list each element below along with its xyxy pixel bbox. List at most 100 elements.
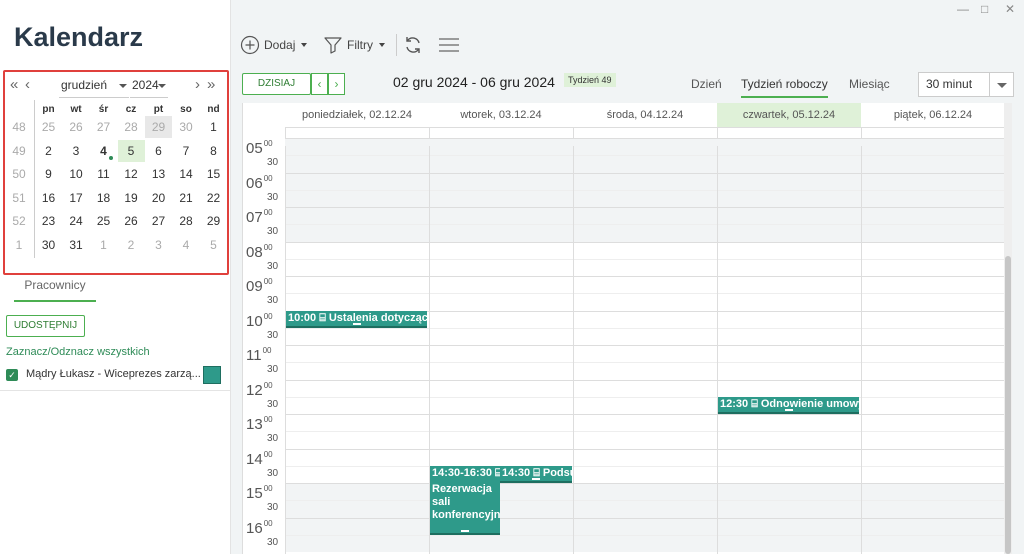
calendar-day[interactable]: 26 [118,210,145,232]
add-button[interactable]: Dodaj [240,34,308,56]
month-select[interactable]: grudzień [59,78,129,98]
close-icon[interactable]: ✕ [1005,2,1015,16]
toggle-all-link[interactable]: Zaznacz/Odznacz wszystkich [6,346,150,358]
resize-handle-icon[interactable] [784,408,793,411]
calendar-day[interactable]: 28 [173,210,200,232]
interval-select[interactable]: 30 minut [918,72,1014,97]
scroll-thumb[interactable] [1005,256,1011,554]
day-column[interactable] [717,146,861,554]
day-header[interactable]: czwartek, 05.12.24 [717,103,861,128]
tab-month[interactable]: Miesiąc [849,77,890,91]
calendar-day[interactable]: 25 [35,116,62,138]
calendar-day[interactable]: 30 [173,116,200,138]
resize-handle-icon[interactable] [461,529,469,532]
year-select[interactable]: 2024 [130,78,168,98]
calendar-day[interactable]: 18 [90,187,117,209]
calendar-day[interactable]: 3 [63,140,90,162]
prev-month-icon[interactable]: ‹ [25,76,30,93]
event[interactable]: 12:30 ⌸ Odnowienie umowy [718,396,859,414]
calendar-day[interactable]: 5 [117,139,145,162]
tab-day[interactable]: Dzień [691,77,722,91]
calendar-day[interactable]: 26 [63,116,90,138]
hour-label-hour: 10 [246,312,263,330]
calendar-day-label: 25 [96,214,111,228]
vertical-scrollbar[interactable] [1004,103,1012,554]
calendar-day[interactable]: 24 [63,210,90,232]
day-column[interactable] [285,146,429,554]
calendar-day[interactable]: 27 [90,116,117,138]
calendar-day[interactable]: 15 [200,163,227,185]
hour-label: 1100 [246,346,271,364]
prev-year-icon[interactable]: « [10,76,18,93]
calendar-day[interactable]: 21 [173,187,200,209]
next-year-icon[interactable]: » [207,76,215,93]
plus-circle-icon [240,35,260,55]
calendar-day-label: 26 [124,214,138,228]
maximize-icon[interactable]: □ [981,2,988,16]
today-button[interactable]: DZISIAJ [242,73,311,95]
resize-handle-icon[interactable] [352,322,361,325]
calendar-day[interactable]: 30 [35,234,62,256]
calendar-day[interactable]: 1 [90,234,117,256]
calendar-day[interactable]: 22 [200,187,227,209]
filters-button[interactable]: Filtry [323,34,385,56]
calendar-day-label: 7 [182,143,190,158]
calendar-day[interactable]: 13 [145,163,172,185]
event[interactable]: 14:30 ⌸ Podsumowanie [500,465,572,483]
tab-work-week[interactable]: Tydzień roboczy [741,77,828,98]
event[interactable]: 14:30-16:30 ⌸ Rezerwacja sali konferency… [430,465,500,535]
calendar-day[interactable]: 1 [200,116,227,138]
calendar-day[interactable]: 3 [145,234,172,256]
calendar-day-label: 22 [206,190,221,205]
year-select-value: 2024 [132,78,159,92]
calendar-day[interactable]: 14 [173,163,200,185]
minimize-icon[interactable]: — [957,2,969,16]
resize-handle-icon[interactable] [532,477,540,480]
calendar-day[interactable]: 27 [145,210,172,232]
calendar-day[interactable]: 6 [145,140,172,162]
day-column[interactable] [861,146,1004,554]
next-week-button[interactable]: › [328,73,345,95]
event-title: Ustalenia dotyczące [328,311,427,324]
calendar-day[interactable]: 19 [118,187,145,209]
calendar-day[interactable]: 8 [200,140,227,162]
calendar-day[interactable]: 11 [90,163,117,185]
calendar-day[interactable]: 4 [90,140,117,162]
share-button[interactable]: UDOSTĘPNIJ [6,315,85,337]
employee-checkbox[interactable]: ✓ [6,369,18,381]
refresh-button[interactable] [403,34,423,56]
calendar-day-label: 5 [210,237,217,252]
calendar-day[interactable]: 23 [35,210,62,232]
calendar-day[interactable]: 31 [63,234,90,256]
calendar-day[interactable]: 25 [90,210,117,232]
calendar-day[interactable]: 16 [35,187,62,209]
calendar-day[interactable]: 28 [118,116,145,138]
event-time: 14:30 [502,466,531,479]
menu-button[interactable] [438,34,460,56]
event[interactable]: 10:00 ⌸ Ustalenia dotyczące [286,310,427,328]
calendar-day[interactable]: 20 [145,187,172,209]
calendar-day[interactable]: 2 [118,234,145,256]
calendar-day[interactable]: 10 [63,163,90,185]
day-header[interactable]: poniedziałek, 02.12.24 [285,103,429,128]
tab-employees[interactable]: Pracownicy [14,278,96,302]
employee-color-swatch[interactable] [203,366,221,384]
day-header[interactable]: wtorek, 03.12.24 [429,103,573,128]
prev-week-button[interactable]: ‹ [311,73,328,95]
calendar-day[interactable]: 29 [200,210,227,232]
day-column[interactable] [573,146,717,554]
calendar-day[interactable]: 17 [63,187,90,209]
calendar-day-label: 18 [96,190,111,205]
employee-row[interactable]: ✓ Mądry Łukasz - Wiceprezes zarzą... [6,366,224,386]
calendar-day[interactable]: 2 [35,140,62,162]
half-hour-label: 30 [267,295,279,306]
calendar-day[interactable]: 5 [200,234,227,256]
calendar-day[interactable]: 29 [145,116,172,138]
calendar-day[interactable]: 4 [173,234,200,256]
day-header[interactable]: środa, 04.12.24 [573,103,717,128]
day-header[interactable]: piątek, 06.12.24 [861,103,1004,128]
calendar-day[interactable]: 9 [35,163,62,185]
next-month-icon[interactable]: › [195,76,200,93]
calendar-day[interactable]: 12 [118,163,145,185]
calendar-day[interactable]: 7 [173,140,200,162]
